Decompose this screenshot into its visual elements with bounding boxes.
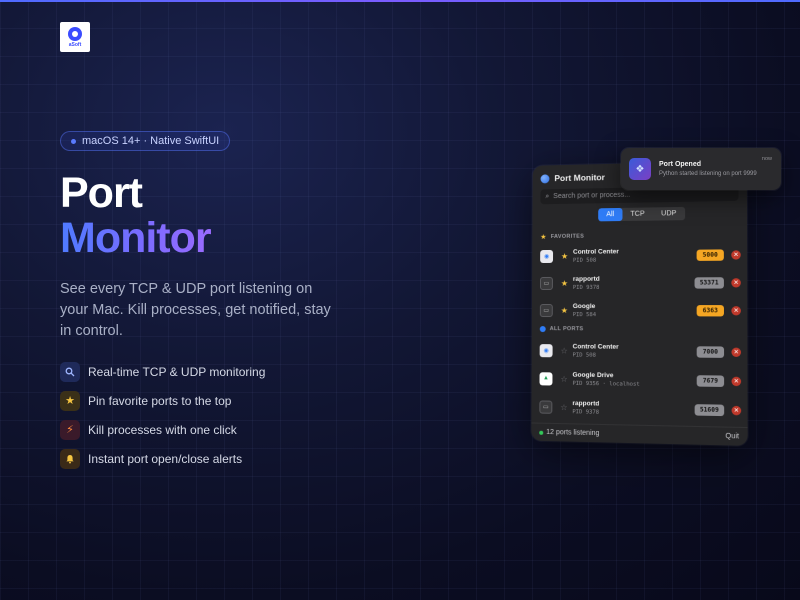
- feature-label: Kill processes with one click: [88, 422, 237, 437]
- notification-text: Python started listening on port 9999: [659, 170, 757, 177]
- favorite-star-icon[interactable]: ★: [561, 251, 573, 260]
- port-notification[interactable]: ❖ Port Opened Python started listening o…: [621, 148, 781, 190]
- favorites-header: ★ FAVORITES: [540, 233, 585, 242]
- favorite-star-icon[interactable]: ★: [561, 306, 573, 315]
- kill-process-button[interactable]: ✕: [731, 405, 742, 415]
- all-ports-header: ALL PORTS: [539, 326, 584, 333]
- feature-label: Instant port open/close alerts: [88, 451, 243, 466]
- kill-process-button[interactable]: ✕: [731, 347, 742, 357]
- feature-item: ★ Pin favorite ports to the top: [60, 390, 265, 411]
- favorites-label: FAVORITES: [550, 233, 585, 240]
- kill-process-button[interactable]: ✕: [731, 249, 741, 260]
- kill-process-button[interactable]: ✕: [731, 277, 741, 287]
- search-icon: ⌕: [545, 192, 550, 200]
- globe-icon: [540, 173, 550, 183]
- control-center-icon: ◉: [539, 343, 553, 357]
- app-header: Port Monitor: [540, 172, 605, 184]
- brand-logo[interactable]: aSoft: [60, 22, 90, 52]
- globe-icon: [539, 326, 546, 333]
- control-center-icon: ◉: [540, 249, 554, 263]
- terminal-icon: ▭: [539, 303, 553, 317]
- favorite-star-icon[interactable]: ☆: [561, 346, 573, 355]
- notification-title: Port Opened: [659, 160, 702, 168]
- process-name: Control Center: [572, 247, 619, 256]
- port-row[interactable]: ▭ ★ Google PID 584 6363 ✕: [539, 298, 741, 323]
- ports-count: 12 ports listening: [546, 428, 600, 438]
- port-badge: 6363: [696, 304, 724, 316]
- quit-button[interactable]: Quit: [725, 433, 739, 441]
- feature-item: Instant port open/close alerts: [60, 448, 265, 469]
- feature-item: Real-time TCP & UDP monitoring: [60, 361, 265, 382]
- process-name: rapportd: [572, 275, 600, 283]
- app-icon: ❖: [629, 158, 651, 180]
- app-title: Port Monitor: [554, 172, 605, 184]
- status-indicator: 12 ports listening: [539, 428, 600, 438]
- filter-tcp[interactable]: TCP: [622, 207, 653, 221]
- terminal-icon: ▭: [539, 399, 553, 414]
- favorite-star-icon[interactable]: ☆: [560, 374, 572, 383]
- port-badge: 51609: [694, 403, 725, 416]
- status-dot-icon: [539, 430, 544, 435]
- process-name: Control Center: [572, 342, 619, 351]
- lightning-icon: ⚡: [60, 419, 80, 440]
- favorite-star-icon[interactable]: ☆: [560, 402, 572, 411]
- logo-text: aSoft: [68, 41, 82, 48]
- kill-process-button[interactable]: ✕: [731, 305, 741, 315]
- filter-udp[interactable]: UDP: [653, 207, 685, 221]
- port-row[interactable]: ▭ ☆ rapportd PID 9378 51609 ✕: [539, 394, 742, 422]
- port-row[interactable]: ◉ ★ Control Center PID 508 5000 ✕: [540, 242, 741, 268]
- process-name: rapportd: [572, 399, 600, 408]
- hero-title-line2: Monitor: [60, 214, 212, 262]
- port-monitor-window: Port Monitor ⌕ Search port or process...…: [531, 160, 748, 446]
- process-pid: PID 9378: [572, 284, 600, 291]
- process-pid: PID 9378: [572, 408, 600, 416]
- all-ports-label: ALL PORTS: [549, 326, 584, 333]
- notification-time: now: [761, 156, 772, 162]
- favorite-star-icon[interactable]: ★: [561, 278, 573, 287]
- badge-dot-icon: [71, 138, 76, 144]
- search-icon: [60, 361, 80, 382]
- port-badge: 7679: [696, 374, 725, 387]
- kill-process-button[interactable]: ✕: [731, 376, 742, 386]
- star-icon: ★: [540, 234, 547, 242]
- process-pid: PID 584: [572, 311, 597, 318]
- process-name: Google: [572, 302, 596, 310]
- process-name: Google Drive: [572, 371, 614, 379]
- port-row[interactable]: ◉ ☆ Control Center PID 508 7000 ✕: [539, 338, 742, 364]
- star-icon: ★: [60, 390, 80, 411]
- bell-icon: [60, 448, 80, 469]
- top-accent-bar: [0, 0, 800, 2]
- hero-description: See every TCP & UDP port listening on yo…: [60, 281, 331, 339]
- search-placeholder: Search port or process...: [553, 191, 631, 201]
- process-pid: PID 508: [572, 351, 596, 359]
- port-badge: 5000: [696, 248, 724, 261]
- logo-icon: [68, 26, 82, 41]
- terminal-icon: ▭: [539, 276, 553, 290]
- hero-title-line1: Port: [60, 169, 143, 217]
- google-drive-icon: ▲: [539, 371, 553, 386]
- badge-label: macOS 14+ · Native SwiftUI: [82, 135, 220, 147]
- port-row[interactable]: ▭ ★ rapportd PID 9378 53371 ✕: [539, 270, 741, 295]
- feature-label: Real-time TCP & UDP monitoring: [88, 364, 266, 379]
- feature-label: Pin favorite ports to the top: [88, 393, 232, 408]
- port-badge: 53371: [694, 276, 724, 289]
- port-row[interactable]: ▲ ☆ Google Drive PID 9356 · localhost 76…: [539, 366, 742, 393]
- process-pid: PID 508: [572, 257, 597, 264]
- port-badge: 7000: [696, 345, 725, 358]
- filter-all[interactable]: All: [598, 207, 623, 222]
- feature-item: ⚡ Kill processes with one click: [60, 419, 265, 440]
- platform-badge: macOS 14+ · Native SwiftUI: [60, 131, 231, 151]
- feature-list: Real-time TCP & UDP monitoring ★ Pin fav…: [60, 361, 265, 477]
- protocol-filter: All TCP UDP: [598, 206, 685, 222]
- process-pid: PID 9356 · localhost: [572, 380, 640, 388]
